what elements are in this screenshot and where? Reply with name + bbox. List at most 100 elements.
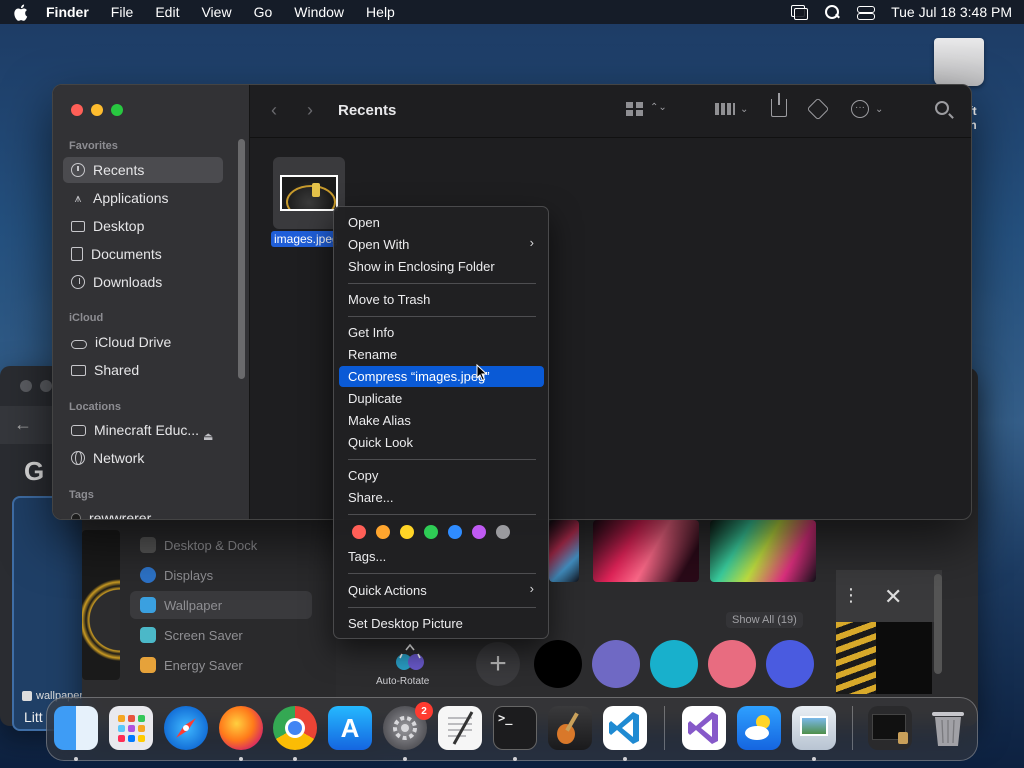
screen-mirroring-icon[interactable] [789, 5, 809, 20]
sidebar-item-network[interactable]: Network [63, 445, 223, 471]
settings-item-screen-saver[interactable]: Screen Saver [130, 621, 312, 649]
color-swatch-black[interactable] [534, 640, 582, 688]
safari-dock-icon[interactable] [164, 706, 208, 750]
color-swatch-teal[interactable] [650, 640, 698, 688]
sidebar-item-minecraft[interactable]: Minecraft Educ... [63, 417, 223, 443]
show-all-button[interactable]: Show All (19) [726, 612, 803, 628]
zoom-window-button[interactable] [111, 104, 123, 116]
settings-item-displays[interactable]: Displays [130, 561, 312, 589]
preview-dock-icon[interactable] [792, 706, 836, 750]
menu-item-rename[interactable]: Rename [339, 344, 544, 365]
tag-purple-icon[interactable] [472, 525, 486, 539]
sidebar-item-desktop[interactable]: Desktop [63, 213, 223, 239]
sidebar-scrollbar[interactable] [238, 139, 245, 379]
menu-item-open[interactable]: Open [339, 212, 544, 233]
menu-item-compress[interactable]: Compress “images.jpeg” [339, 366, 544, 387]
eject-icon[interactable]: ⏏ [203, 430, 213, 443]
icon-view-icon[interactable] [626, 102, 644, 116]
menu-item-show-enclosing-folder[interactable]: Show in Enclosing Folder [339, 256, 544, 277]
settings-item-energy-saver[interactable]: Energy Saver [130, 651, 312, 679]
tag-icon[interactable] [806, 97, 830, 121]
apple-menu-icon[interactable] [12, 4, 28, 21]
settings-item-wallpaper[interactable]: Wallpaper [130, 591, 312, 619]
wallpaper-thumbnail[interactable] [593, 520, 699, 582]
add-wallpaper-button[interactable]: + [476, 642, 520, 686]
trash-dock-icon[interactable] [926, 706, 970, 750]
more-actions-icon[interactable]: ··· [851, 100, 869, 118]
sidebar-item-recents[interactable]: Recents [63, 157, 223, 183]
tag-orange-icon[interactable] [376, 525, 390, 539]
close-window-button[interactable] [71, 104, 83, 116]
launchpad-dock-icon[interactable] [109, 706, 153, 750]
scrollbar[interactable] [934, 574, 942, 674]
menu-item-share[interactable]: Share... [339, 487, 544, 508]
network-globe-icon [71, 451, 85, 465]
color-swatch-purple[interactable] [592, 640, 640, 688]
tag-yellow-icon[interactable] [400, 525, 414, 539]
tag-red-icon[interactable] [352, 525, 366, 539]
menu-app-name[interactable]: Finder [46, 4, 89, 20]
menu-edit[interactable]: Edit [155, 4, 179, 20]
back-button[interactable]: ‹ [271, 100, 277, 121]
menu-go[interactable]: Go [254, 4, 273, 20]
tag-green-icon[interactable] [424, 525, 438, 539]
spotlight-search-icon[interactable] [823, 5, 841, 19]
weather-dock-icon[interactable] [737, 706, 781, 750]
menu-view[interactable]: View [201, 4, 231, 20]
file-name-label[interactable]: images.jpeg [271, 231, 337, 247]
menu-item-make-alias[interactable]: Make Alias [339, 410, 544, 431]
wallpaper-thumbnail[interactable] [549, 520, 579, 582]
vscode-dock-icon[interactable] [603, 706, 647, 750]
color-swatch-pink[interactable] [708, 640, 756, 688]
color-swatch-blue[interactable] [766, 640, 814, 688]
tag-gray-icon[interactable] [496, 525, 510, 539]
menu-help[interactable]: Help [366, 4, 395, 20]
menu-item-duplicate[interactable]: Duplicate [339, 388, 544, 409]
menu-item-tags[interactable]: Tags... [339, 546, 544, 567]
chrome-dock-icon[interactable] [273, 706, 317, 750]
auto-rotate-icon[interactable] [392, 644, 428, 672]
search-icon[interactable] [935, 101, 949, 115]
app-store-dock-icon[interactable]: A [328, 706, 372, 750]
clock-icon [71, 163, 85, 177]
back-arrow-icon[interactable]: ← [14, 414, 32, 435]
sidebar-item-shared[interactable]: Shared [63, 357, 223, 383]
control-center-icon[interactable] [857, 5, 876, 20]
menu-item-set-desktop-picture[interactable]: Set Desktop Picture [339, 613, 544, 634]
menu-item-copy[interactable]: Copy [339, 465, 544, 486]
settings-item-desktop-dock[interactable]: Desktop & Dock [130, 531, 312, 559]
visual-studio-dock-icon[interactable] [682, 706, 726, 750]
group-by-icon[interactable] [715, 103, 735, 115]
finder-dock-icon[interactable] [54, 706, 98, 750]
firefox-dock-icon[interactable] [219, 706, 263, 750]
terminal-dock-icon[interactable]: >_ [493, 706, 537, 750]
tag-blue-icon[interactable] [448, 525, 462, 539]
textedit-dock-icon[interactable] [438, 706, 482, 750]
chevron-down-icon[interactable]: ⌄ [875, 104, 883, 115]
menu-file[interactable]: File [111, 4, 134, 20]
menu-bar-clock[interactable]: Tue Jul 18 3:48 PM [891, 4, 1012, 20]
menu-item-move-to-trash[interactable]: Move to Trash [339, 289, 544, 310]
sidebar-item-downloads[interactable]: Downloads [63, 269, 223, 295]
menu-item-get-info[interactable]: Get Info [339, 322, 544, 343]
close-icon[interactable]: ✕ [884, 584, 902, 610]
chevron-down-icon[interactable]: ⌄ [740, 104, 748, 115]
menu-item-quick-actions[interactable]: Quick Actions › [339, 580, 544, 601]
energy-saver-icon [140, 657, 156, 673]
share-icon[interactable] [771, 93, 787, 117]
wallpaper-preview [876, 622, 932, 694]
sidebar-item-tag[interactable]: rewwrerer [63, 505, 223, 519]
minimize-window-button[interactable] [91, 104, 103, 116]
sidebar-item-documents[interactable]: Documents [63, 241, 223, 267]
chevron-updown-icon[interactable]: ⌃⌄ [650, 102, 667, 113]
menu-item-quick-look[interactable]: Quick Look [339, 432, 544, 453]
menu-item-open-with[interactable]: Open With › [339, 234, 544, 255]
garageband-dock-icon[interactable] [548, 706, 592, 750]
sidebar-item-applications[interactable]: ⩚ Applications [63, 185, 223, 211]
screenshot-dock-icon[interactable] [868, 706, 912, 750]
wallpaper-thumbnail[interactable] [710, 520, 816, 582]
menu-window[interactable]: Window [294, 4, 344, 20]
more-vertical-icon[interactable]: ⋮ [842, 585, 860, 606]
sidebar-item-icloud-drive[interactable]: iCloud Drive [63, 329, 223, 355]
forward-button[interactable]: › [307, 100, 313, 121]
